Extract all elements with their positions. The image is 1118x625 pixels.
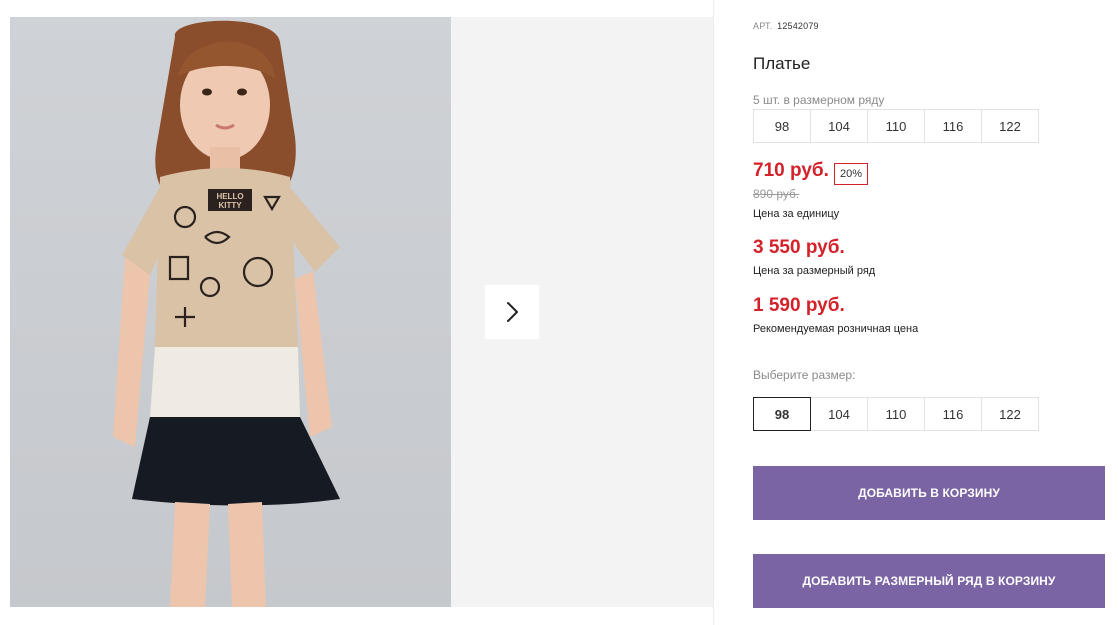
product-photo[interactable]: HELLO KITTY xyxy=(10,17,451,607)
series-size-cell: 122 xyxy=(981,109,1039,143)
discount-badge: 20% xyxy=(834,163,869,185)
article-value: 12542079 xyxy=(777,21,819,31)
series-price-label: Цена за размерный ряд xyxy=(753,265,876,277)
rrp-price-label: Рекомендуемая розничная цена xyxy=(753,323,919,335)
product-gallery: HELLO KITTY xyxy=(0,0,713,625)
series-size-cell: 110 xyxy=(867,109,925,143)
size-option-98[interactable]: 98 xyxy=(753,397,811,431)
choose-size-label: Выберите размер: xyxy=(753,368,856,382)
product-info-panel: АРТ. 12542079 Платье 5 шт. в размерном р… xyxy=(753,0,1105,625)
series-price: 3 550 руб. xyxy=(753,237,845,258)
unit-price: 710 руб. xyxy=(753,160,829,181)
rrp-price: 1 590 руб. xyxy=(753,295,845,316)
series-count-label: 5 шт. в размерном ряду xyxy=(753,93,885,107)
size-selector: 98 104 110 116 122 xyxy=(753,397,1039,431)
article-number: АРТ. 12542079 xyxy=(753,21,819,31)
series-size-list: 98 104 110 116 122 xyxy=(753,109,1039,143)
size-option-116[interactable]: 116 xyxy=(924,397,982,431)
series-size-cell: 98 xyxy=(753,109,811,143)
add-series-to-cart-button[interactable]: ДОБАВИТЬ РАЗМЕРНЫЙ РЯД В КОРЗИНУ xyxy=(753,554,1105,608)
unit-price-label: Цена за единицу xyxy=(753,208,840,220)
article-label: АРТ. xyxy=(753,21,773,31)
vertical-divider xyxy=(713,0,714,625)
print-brand-2: KITTY xyxy=(218,201,242,210)
print-brand-1: HELLO xyxy=(216,192,243,201)
old-price: 890 руб. xyxy=(753,187,800,201)
size-option-122[interactable]: 122 xyxy=(981,397,1039,431)
size-option-104[interactable]: 104 xyxy=(810,397,868,431)
product-photo-image: HELLO KITTY xyxy=(113,20,340,607)
product-title: Платье xyxy=(753,54,811,73)
size-option-110[interactable]: 110 xyxy=(867,397,925,431)
gallery-next-button[interactable] xyxy=(485,285,539,339)
chevron-right-icon xyxy=(507,302,518,322)
series-size-cell: 116 xyxy=(924,109,982,143)
add-to-cart-button[interactable]: ДОБАВИТЬ В КОРЗИНУ xyxy=(753,466,1105,520)
series-size-cell: 104 xyxy=(810,109,868,143)
